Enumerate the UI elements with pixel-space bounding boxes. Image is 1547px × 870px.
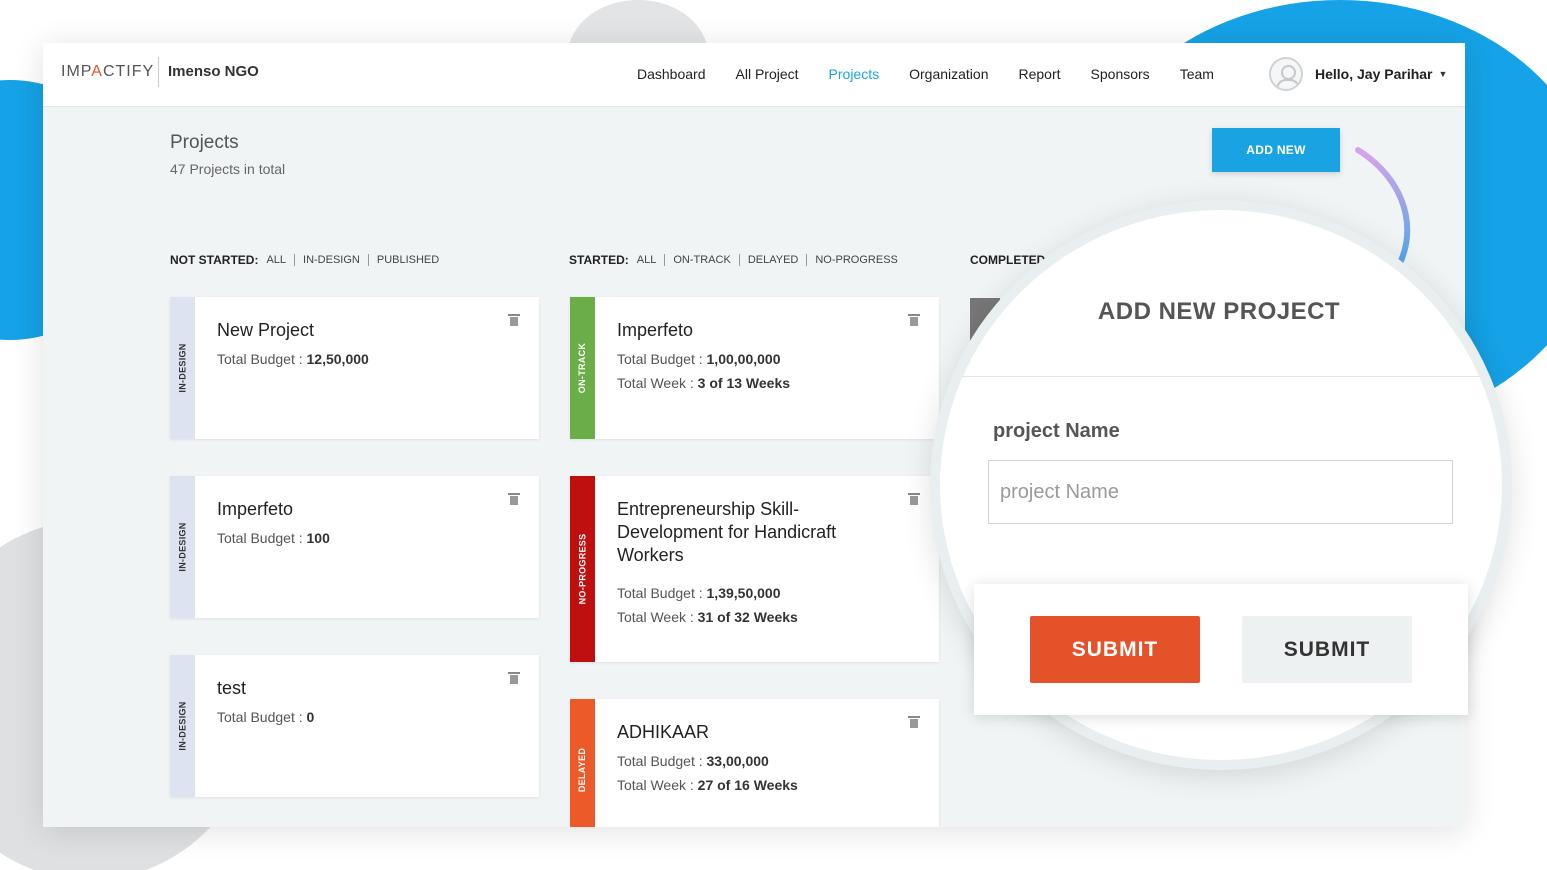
status-strip: IN-DESIGN [170, 655, 195, 797]
budget-row: Total Budget : 1,00,00,000 [617, 352, 899, 366]
project-title[interactable]: New Project [217, 319, 499, 342]
budget-row: Total Budget : 33,00,000 [617, 754, 899, 768]
project-card[interactable]: NO-PROGRESS Entrepreneurship Skill-Devel… [570, 476, 939, 662]
week-value: 3 of 13 Weeks [697, 375, 791, 391]
user-greeting[interactable]: Hello, Jay Parihar [1315, 66, 1433, 82]
status-label: IN-DESIGN [177, 343, 188, 393]
status-strip: IN-DESIGN [170, 476, 195, 618]
filter-delayed[interactable]: DELAYED [738, 254, 807, 266]
status-label: IN-DESIGN [177, 701, 188, 751]
budget-value: 1,00,00,000 [706, 351, 781, 367]
submit-secondary-button[interactable]: SUBMIT [1242, 616, 1412, 683]
project-title[interactable]: Imperfeto [617, 319, 899, 342]
avatar[interactable] [1269, 57, 1303, 91]
filter-label: NOT STARTED: [170, 253, 259, 267]
project-card[interactable]: ON-TRACK Imperfeto Total Budget : 1,00,0… [570, 297, 939, 439]
budget-label: Total Budget : [217, 351, 303, 367]
trash-icon[interactable] [508, 672, 520, 684]
status-label: IN-DESIGN [177, 522, 188, 572]
project-card[interactable]: DELAYED ADHIKAAR Total Budget : 33,00,00… [570, 699, 939, 827]
budget-row: Total Budget : 12,50,000 [217, 352, 499, 366]
project-card[interactable]: IN-DESIGN test Total Budget : 0 [170, 655, 539, 797]
budget-value: 1,39,50,000 [706, 585, 781, 601]
stage: IMPACTIFY Imenso NGO Dashboard All Proje… [0, 0, 1547, 870]
logo-divider [158, 57, 159, 87]
status-label: NO-PROGRESS [577, 533, 588, 605]
modal-divider [940, 376, 1502, 377]
nav-team[interactable]: Team [1180, 66, 1214, 82]
week-row: Total Week : 27 of 16 Weeks [617, 778, 899, 792]
submit-button[interactable]: SUBMIT [1030, 616, 1200, 683]
project-count: 47 Projects in total [170, 161, 286, 177]
status-strip: NO-PROGRESS [570, 476, 595, 662]
trash-icon[interactable] [908, 314, 920, 326]
filter-started: STARTED: ALL ON-TRACK DELAYED NO-PROGRES… [569, 253, 906, 267]
main-nav: Dashboard All Project Projects Organizat… [637, 66, 1244, 82]
trash-icon[interactable] [908, 493, 920, 505]
modal-title: ADD NEW PROJECT [1097, 298, 1341, 325]
project-title[interactable]: Entrepreneurship Skill-Development for H… [617, 498, 879, 567]
caret-down-icon[interactable]: ▼ [1439, 69, 1448, 79]
project-card[interactable]: IN-DESIGN New Project Total Budget : 12,… [170, 297, 539, 439]
filter-no-progress[interactable]: NO-PROGRESS [806, 254, 906, 266]
add-new-button[interactable]: ADD NEW [1212, 128, 1340, 172]
budget-row: Total Budget : 100 [217, 531, 499, 545]
budget-label: Total Budget : [217, 709, 303, 725]
week-row: Total Week : 3 of 13 Weeks [617, 376, 899, 390]
top-navbar: IMPACTIFY Imenso NGO Dashboard All Proje… [43, 43, 1465, 107]
week-row: Total Week : 31 of 32 Weeks [617, 610, 879, 624]
logo-text: CTIFY [102, 63, 155, 80]
week-value: 27 of 16 Weeks [697, 777, 798, 793]
budget-label: Total Budget : [617, 585, 703, 601]
budget-label: Total Budget : [617, 351, 703, 367]
filter-label: STARTED: [569, 253, 629, 267]
trash-icon[interactable] [508, 493, 520, 505]
filter-in-design[interactable]: IN-DESIGN [294, 254, 368, 266]
user-menu[interactable]: Hello, Jay Parihar ▼ [1269, 57, 1447, 91]
nav-all-project[interactable]: All Project [736, 66, 799, 82]
modal-button-panel: SUBMIT SUBMIT [974, 584, 1468, 715]
week-label: Total Week : [617, 777, 694, 793]
status-strip: ON-TRACK [570, 297, 595, 439]
week-label: Total Week : [617, 375, 694, 391]
budget-value: 33,00,000 [706, 753, 769, 769]
week-label: Total Week : [617, 609, 694, 625]
filter-all[interactable]: ALL [637, 254, 665, 266]
budget-value: 12,50,000 [306, 351, 369, 367]
nav-projects[interactable]: Projects [829, 66, 880, 82]
trash-icon[interactable] [908, 716, 920, 728]
status-strip: IN-DESIGN [170, 297, 195, 439]
status-strip: DELAYED [570, 699, 595, 827]
budget-value: 0 [306, 709, 315, 725]
budget-value: 100 [306, 530, 330, 546]
filter-published[interactable]: PUBLISHED [367, 254, 447, 266]
budget-label: Total Budget : [217, 530, 303, 546]
filter-not-started: NOT STARTED: ALL IN-DESIGN PUBLISHED [170, 253, 447, 267]
impactify-logo[interactable]: IMPACTIFY [61, 63, 154, 81]
project-title[interactable]: test [217, 677, 499, 700]
nav-organization[interactable]: Organization [909, 66, 988, 82]
filter-on-track[interactable]: ON-TRACK [664, 254, 738, 266]
nav-dashboard[interactable]: Dashboard [637, 66, 706, 82]
page-title: Projects [170, 132, 239, 153]
logo-text: IMP [61, 63, 92, 80]
trash-icon[interactable] [508, 314, 520, 326]
project-name-label: project Name [993, 420, 1120, 442]
project-title[interactable]: Imperfeto [217, 498, 499, 521]
nav-report[interactable]: Report [1019, 66, 1061, 82]
filter-all[interactable]: ALL [266, 254, 294, 266]
budget-row: Total Budget : 1,39,50,000 [617, 586, 879, 600]
week-value: 31 of 32 Weeks [697, 609, 798, 625]
org-name: Imenso NGO [168, 63, 259, 80]
logo-accent: A [91, 63, 103, 80]
project-card[interactable]: IN-DESIGN Imperfeto Total Budget : 100 [170, 476, 539, 618]
budget-row: Total Budget : 0 [217, 710, 499, 724]
budget-label: Total Budget : [617, 753, 703, 769]
project-title[interactable]: ADHIKAAR [617, 721, 899, 744]
status-label: DELAYED [577, 747, 588, 793]
nav-sponsors[interactable]: Sponsors [1091, 66, 1150, 82]
status-label: ON-TRACK [577, 342, 588, 394]
project-name-input[interactable] [988, 460, 1453, 524]
